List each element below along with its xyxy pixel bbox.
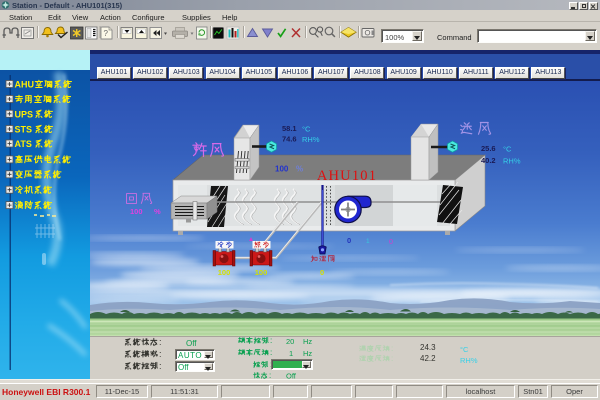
svg-text:0: 0 (389, 239, 393, 246)
svg-text:AHU101: AHU101 (317, 168, 377, 184)
svg-text::: : (270, 336, 272, 345)
svg-text:100: 100 (255, 268, 268, 277)
svg-text:20: 20 (286, 337, 294, 346)
svg-text:24.3: 24.3 (420, 343, 436, 352)
svg-text:STS: STS (15, 125, 33, 135)
svg-text:0: 0 (347, 236, 351, 245)
svg-text:°C: °C (302, 125, 311, 134)
svg-text:100: 100 (130, 207, 143, 216)
svg-text::: : (159, 337, 162, 347)
svg-text:74.6: 74.6 (282, 135, 297, 144)
svg-text:RH%: RH% (503, 157, 521, 166)
svg-text::: : (391, 344, 393, 353)
svg-text::: : (159, 349, 162, 359)
svg-text:%: % (296, 165, 303, 174)
svg-text:°C: °C (503, 145, 512, 154)
svg-text:RH%: RH% (460, 356, 478, 365)
svg-text:100: 100 (275, 165, 289, 174)
svg-text:%: % (154, 207, 161, 216)
svg-text:0: 0 (320, 268, 324, 277)
svg-text:?: ? (104, 29, 109, 38)
svg-text:40.2: 40.2 (481, 156, 496, 165)
svg-text::: : (159, 361, 162, 371)
svg-text:100: 100 (218, 268, 231, 277)
svg-text:1: 1 (289, 349, 293, 358)
svg-text:Hz: Hz (303, 349, 312, 358)
svg-text:Off: Off (186, 339, 197, 348)
svg-text:Hz: Hz (303, 337, 312, 346)
svg-text:AHU: AHU (15, 80, 35, 90)
svg-text::: : (270, 348, 272, 357)
svg-text:58.1: 58.1 (282, 124, 297, 133)
svg-text:°C: °C (460, 345, 469, 354)
svg-text:42.2: 42.2 (420, 354, 436, 363)
svg-text:RH%: RH% (302, 135, 320, 144)
svg-text:25.6: 25.6 (481, 144, 496, 153)
svg-text:1: 1 (366, 238, 370, 245)
svg-text:ATS: ATS (15, 139, 32, 149)
svg-text:UPS: UPS (15, 109, 34, 119)
svg-text::: : (391, 354, 393, 363)
